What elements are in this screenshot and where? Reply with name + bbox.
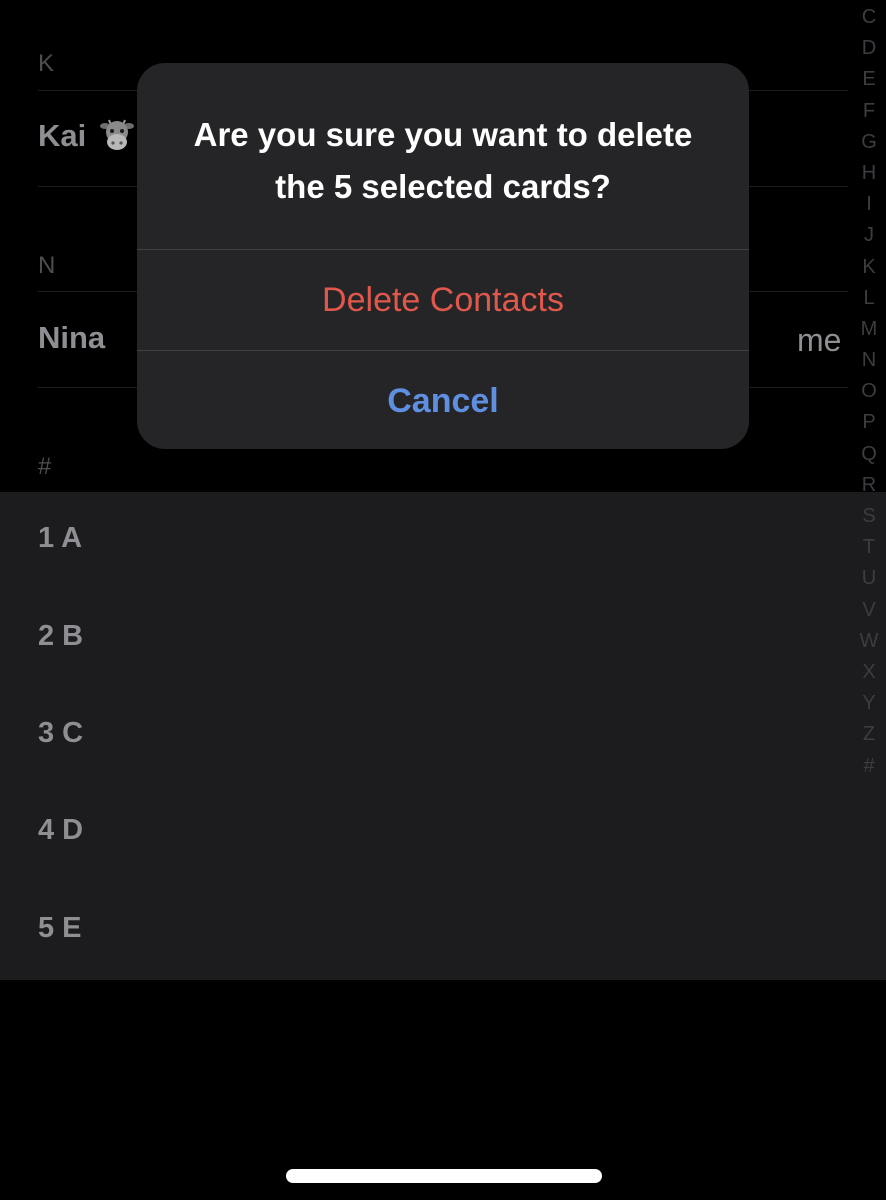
index-letter[interactable]: C [852, 2, 886, 33]
index-letter[interactable]: N [852, 345, 886, 376]
section-header-k: K [38, 50, 55, 77]
index-letter[interactable]: M [852, 314, 886, 345]
index-letter[interactable]: E [852, 64, 886, 95]
index-letter[interactable]: T [852, 532, 886, 563]
index-letter[interactable]: J [852, 220, 886, 251]
index-letter[interactable]: V [852, 595, 886, 626]
list-item[interactable]: 3 C [38, 717, 83, 750]
list-item[interactable]: 2 B [38, 620, 83, 653]
delete-contacts-button[interactable]: Delete Contacts [137, 250, 749, 350]
index-letter[interactable]: Q [852, 439, 886, 470]
list-item[interactable]: 1 A [38, 522, 82, 555]
index-letter[interactable]: X [852, 657, 886, 688]
list-item[interactable]: 5 E [38, 912, 82, 945]
index-letter[interactable]: R [852, 470, 886, 501]
alphabet-index[interactable]: C D E F G H I J K L M N O P Q R S T U V … [852, 2, 886, 782]
index-letter[interactable]: H [852, 158, 886, 189]
index-letter[interactable]: G [852, 127, 886, 158]
list-item[interactable]: 4 D [38, 814, 83, 847]
index-letter[interactable]: O [852, 376, 886, 407]
index-letter[interactable]: S [852, 501, 886, 532]
alert-title: Are you sure you want to delete the 5 se… [193, 116, 693, 205]
contact-row-nina[interactable]: Nina [38, 320, 105, 356]
index-letter[interactable]: Y [852, 688, 886, 719]
contact-row-kai[interactable]: Kai [38, 118, 86, 154]
cancel-button[interactable]: Cancel [137, 351, 749, 449]
delete-confirmation-alert: Are you sure you want to delete the 5 se… [137, 63, 749, 449]
index-letter[interactable]: U [852, 563, 886, 594]
section-header-n: N [38, 252, 56, 279]
index-letter[interactable]: K [852, 252, 886, 283]
me-badge: me [797, 322, 842, 358]
index-letter[interactable]: D [852, 33, 886, 64]
index-letter[interactable]: F [852, 96, 886, 127]
index-letter[interactable]: # [852, 751, 886, 782]
index-letter[interactable]: P [852, 407, 886, 438]
index-letter[interactable]: L [852, 283, 886, 314]
index-letter[interactable]: I [852, 189, 886, 220]
index-letter[interactable]: Z [852, 719, 886, 750]
home-indicator[interactable] [286, 1169, 602, 1183]
index-letter[interactable]: W [852, 626, 886, 657]
cow-face-emoji-icon [100, 119, 134, 150]
section-header-hash: # [38, 453, 52, 480]
selected-contacts-group: 1 A 2 B 3 C 4 D 5 E [0, 492, 886, 980]
